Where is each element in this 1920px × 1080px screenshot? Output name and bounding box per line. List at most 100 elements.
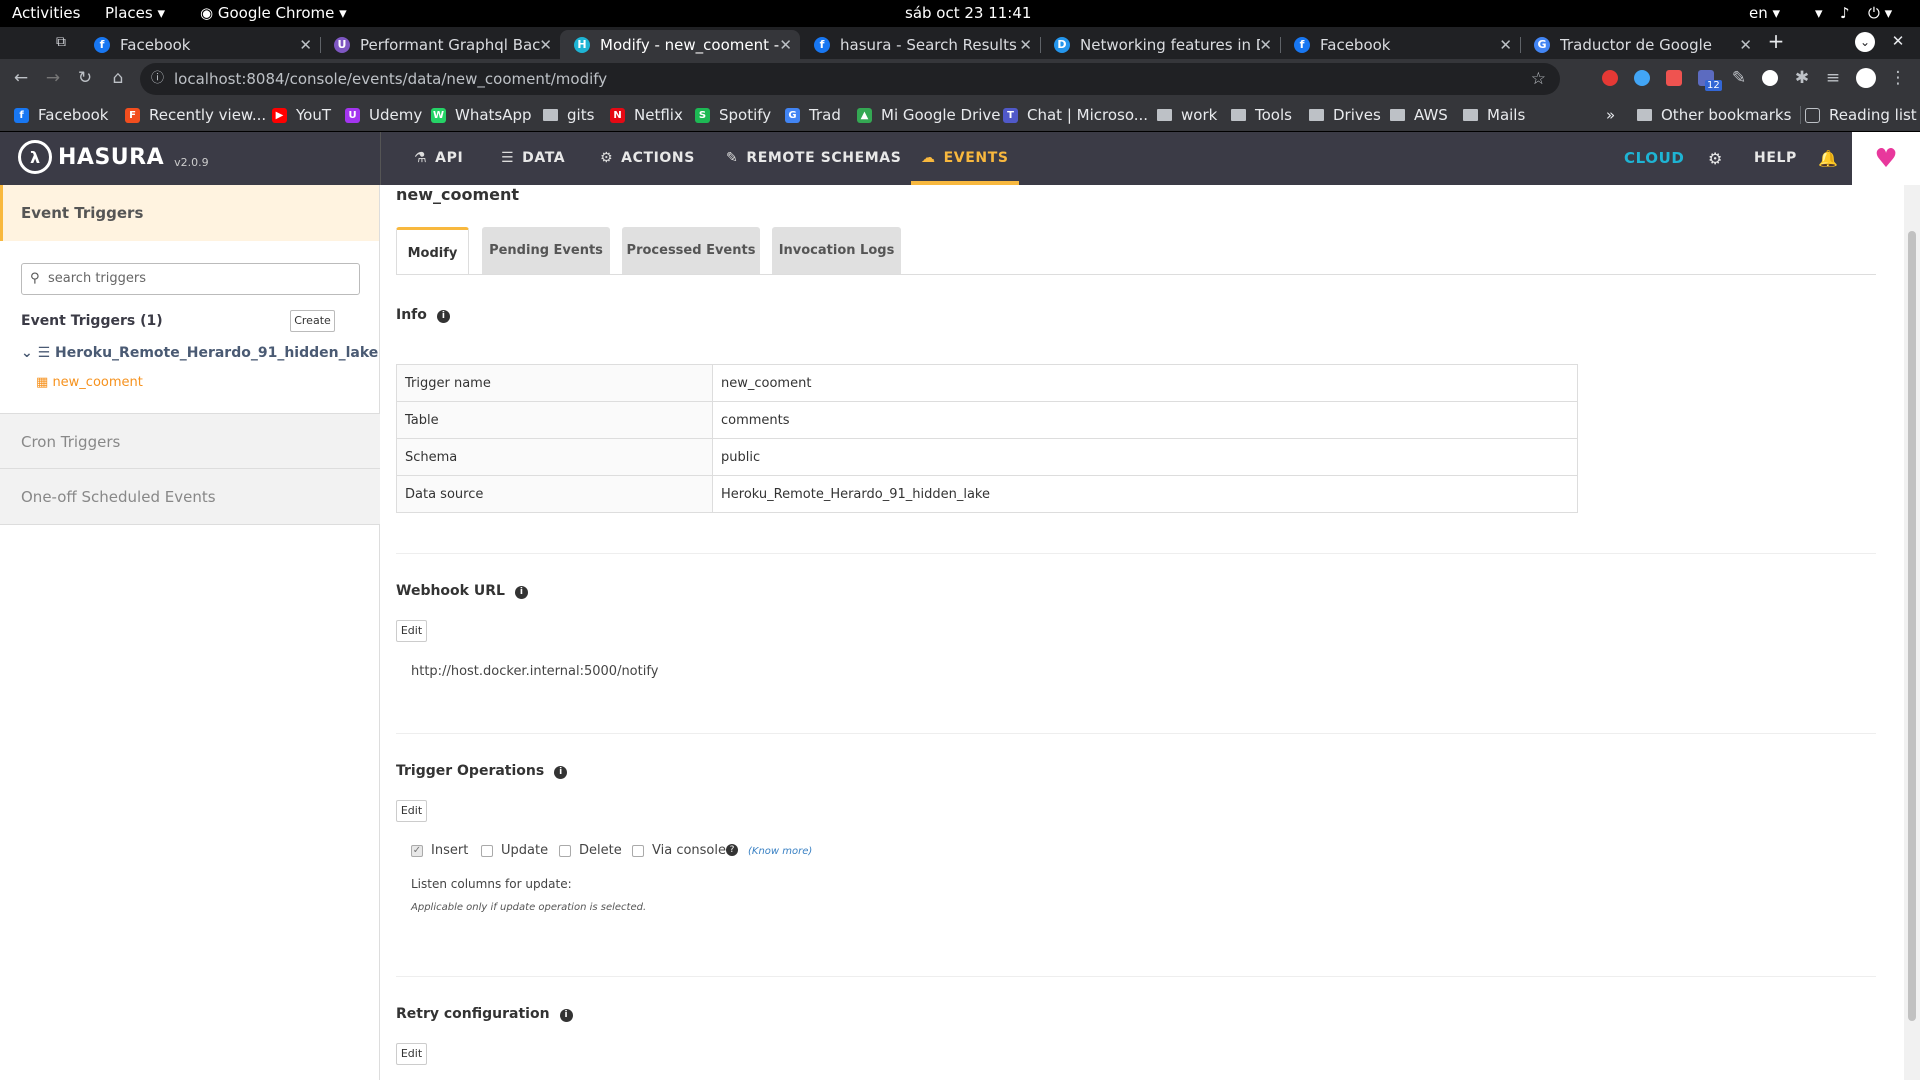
op-delete[interactable]: Delete — [559, 843, 622, 858]
bookmark-folder[interactable]: Tools — [1231, 106, 1292, 124]
site-info-icon[interactable]: ⓘ — [151, 63, 164, 95]
bookmark-folder[interactable]: AWS — [1390, 106, 1448, 124]
tab-search-icon[interactable]: ⧉ — [50, 32, 72, 52]
question-icon[interactable]: ? — [726, 844, 738, 856]
trigger-item-new-cooment[interactable]: ▦ new_cooment — [36, 375, 143, 390]
tab-close-icon[interactable]: ✕ — [779, 36, 792, 54]
places-menu[interactable]: Places ▾ — [105, 4, 165, 22]
tab-invocation-logs[interactable]: Invocation Logs — [772, 227, 901, 275]
scrollbar-thumb[interactable] — [1908, 231, 1916, 1021]
window-close-icon[interactable]: ✕ — [1887, 31, 1909, 51]
browser-tab[interactable]: D Networking features in D ✕ — [1040, 30, 1280, 59]
bookmark-item[interactable]: f Facebook — [14, 106, 108, 124]
activities-button[interactable]: Activities — [12, 4, 80, 22]
extension-blue-icon[interactable] — [1634, 70, 1650, 86]
tab-list-icon[interactable]: ⌄ — [1855, 32, 1875, 52]
bookmark-star-icon[interactable]: ☆ — [1531, 63, 1546, 95]
datasource-tree-item[interactable]: ⌄ ☰ Heroku_Remote_Herardo_91_hidden_lake — [21, 345, 378, 361]
settings-gear-icon[interactable]: ⚙ — [1708, 132, 1723, 185]
op-insert[interactable]: ✓ Insert — [411, 843, 468, 858]
info-icon[interactable]: i — [559, 1009, 573, 1022]
clock[interactable]: sáb oct 23 11:41 — [905, 4, 1031, 22]
extension-red-icon[interactable] — [1602, 70, 1618, 86]
profile-avatar-icon[interactable] — [1856, 68, 1876, 88]
help-menu[interactable]: HELP — [1754, 132, 1797, 185]
back-icon[interactable]: ← — [10, 68, 32, 88]
edit-retry-button[interactable]: Edit — [396, 1043, 427, 1065]
sidebar-one-off-events[interactable]: One-off Scheduled Events — [0, 469, 380, 525]
bookmark-folder[interactable]: gits — [543, 106, 594, 124]
nav-data[interactable]: ☰ DATA — [501, 132, 565, 185]
info-icon[interactable]: i — [436, 310, 450, 323]
home-icon[interactable]: ⌂ — [107, 68, 129, 88]
cloud-link[interactable]: CLOUD — [1624, 132, 1684, 185]
nav-actions[interactable]: ⚙ ACTIONS — [600, 132, 695, 185]
tab-close-icon[interactable]: ✕ — [1259, 36, 1272, 54]
edit-operations-button[interactable]: Edit — [396, 800, 427, 822]
chrome-menu-icon[interactable]: ⋮ — [1887, 68, 1909, 88]
bookmark-item[interactable]: S Spotify — [695, 106, 771, 124]
op-via-console[interactable]: Via console — [632, 843, 726, 858]
browser-tab[interactable]: f hasura - Search Results | F✕ — [800, 30, 1040, 59]
hasura-logo[interactable]: λ HASURA v2.0.9 — [18, 140, 209, 174]
sidebar-cron-triggers[interactable]: Cron Triggers — [0, 413, 380, 469]
op-update[interactable]: Update — [481, 843, 548, 858]
bookmark-item[interactable]: ▲ Mi Google Drive — [857, 106, 1001, 124]
nav-remote-schemas[interactable]: ✎ REMOTE SCHEMAS — [726, 132, 901, 185]
reading-list[interactable]: Reading list — [1800, 106, 1917, 124]
new-tab-button[interactable]: + — [1765, 31, 1787, 51]
other-bookmarks[interactable]: Other bookmarks — [1637, 106, 1791, 124]
nav-events[interactable]: ☁ EVENTS — [911, 132, 1019, 185]
info-icon[interactable]: i — [554, 766, 568, 779]
tab-pending-events[interactable]: Pending Events — [482, 227, 610, 275]
info-icon[interactable]: i — [514, 586, 528, 599]
bookmark-item[interactable]: T Chat | Microso... — [1003, 106, 1148, 124]
language-indicator[interactable]: en ▾ — [1749, 4, 1780, 22]
power-icon[interactable]: ⏻ ▾ — [1868, 4, 1892, 22]
create-trigger-button[interactable]: Create — [290, 310, 335, 332]
address-bar[interactable]: ⓘ localhost:8084/console/events/data/new… — [140, 63, 1560, 95]
reading-queue-icon[interactable]: ≡ — [1822, 68, 1844, 88]
tab-processed-events[interactable]: Processed Events — [622, 227, 760, 275]
bookmark-item[interactable]: G Trad — [785, 106, 841, 124]
tab-close-icon[interactable]: ✕ — [1499, 36, 1512, 54]
wifi-icon[interactable]: ▾ — [1815, 4, 1823, 22]
extension-pen-icon[interactable]: ✎ — [1728, 68, 1750, 88]
tab-close-icon[interactable]: ✕ — [299, 36, 312, 54]
heart-icon[interactable]: ♥ — [1852, 132, 1920, 185]
notifications-bell-icon[interactable]: 🔔 — [1818, 132, 1839, 185]
bookmark-folder[interactable]: work — [1157, 106, 1217, 124]
insert-checkbox[interactable]: ✓ — [411, 844, 423, 857]
page-scrollbar[interactable] — [1904, 185, 1920, 1080]
extension-white-icon[interactable] — [1762, 70, 1778, 86]
browser-tab[interactable]: H Modify - new_cooment - E ✕ — [560, 30, 800, 59]
tab-close-icon[interactable]: ✕ — [1739, 36, 1752, 54]
browser-tab[interactable]: f Facebook ✕ — [80, 30, 320, 59]
bookmark-folder[interactable]: Drives — [1309, 106, 1381, 124]
browser-tab[interactable]: f Facebook ✕ — [1280, 30, 1520, 59]
browser-tab[interactable]: G Traductor de Google ✕ — [1520, 30, 1760, 59]
know-more-link[interactable]: (Know more) — [748, 846, 812, 857]
app-menu[interactable]: ◉ Google Chrome ▾ — [200, 4, 347, 22]
edit-webhook-button[interactable]: Edit — [396, 620, 427, 642]
nav-api[interactable]: ⚗ API — [414, 132, 463, 185]
sidebar-event-triggers[interactable]: Event Triggers — [0, 185, 379, 241]
forward-icon[interactable]: → — [42, 68, 64, 88]
via-console-checkbox[interactable] — [632, 844, 644, 857]
delete-checkbox[interactable] — [559, 844, 571, 857]
tab-close-icon[interactable]: ✕ — [1019, 36, 1032, 54]
bookmark-folder[interactable]: Mails — [1463, 106, 1525, 124]
bookmark-item[interactable]: W WhatsApp — [431, 106, 532, 124]
tab-modify[interactable]: Modify — [396, 227, 469, 275]
volume-icon[interactable]: ♪ — [1840, 4, 1850, 22]
bookmarks-overflow-button[interactable]: » — [1606, 106, 1615, 124]
browser-tab[interactable]: U Performant Graphql Backe ✕ — [320, 30, 560, 59]
extension-alert-icon[interactable] — [1666, 70, 1682, 86]
search-triggers-input[interactable]: ⚲ search triggers — [21, 263, 360, 295]
bookmark-item[interactable]: ▶ YouT — [272, 106, 331, 124]
update-checkbox[interactable] — [481, 844, 493, 857]
extensions-puzzle-icon[interactable]: ✱ — [1791, 68, 1813, 88]
bookmark-item[interactable]: N Netflix — [610, 106, 683, 124]
bookmark-item[interactable]: F Recently view... — [125, 106, 266, 124]
bookmark-item[interactable]: U Udemy — [345, 106, 422, 124]
